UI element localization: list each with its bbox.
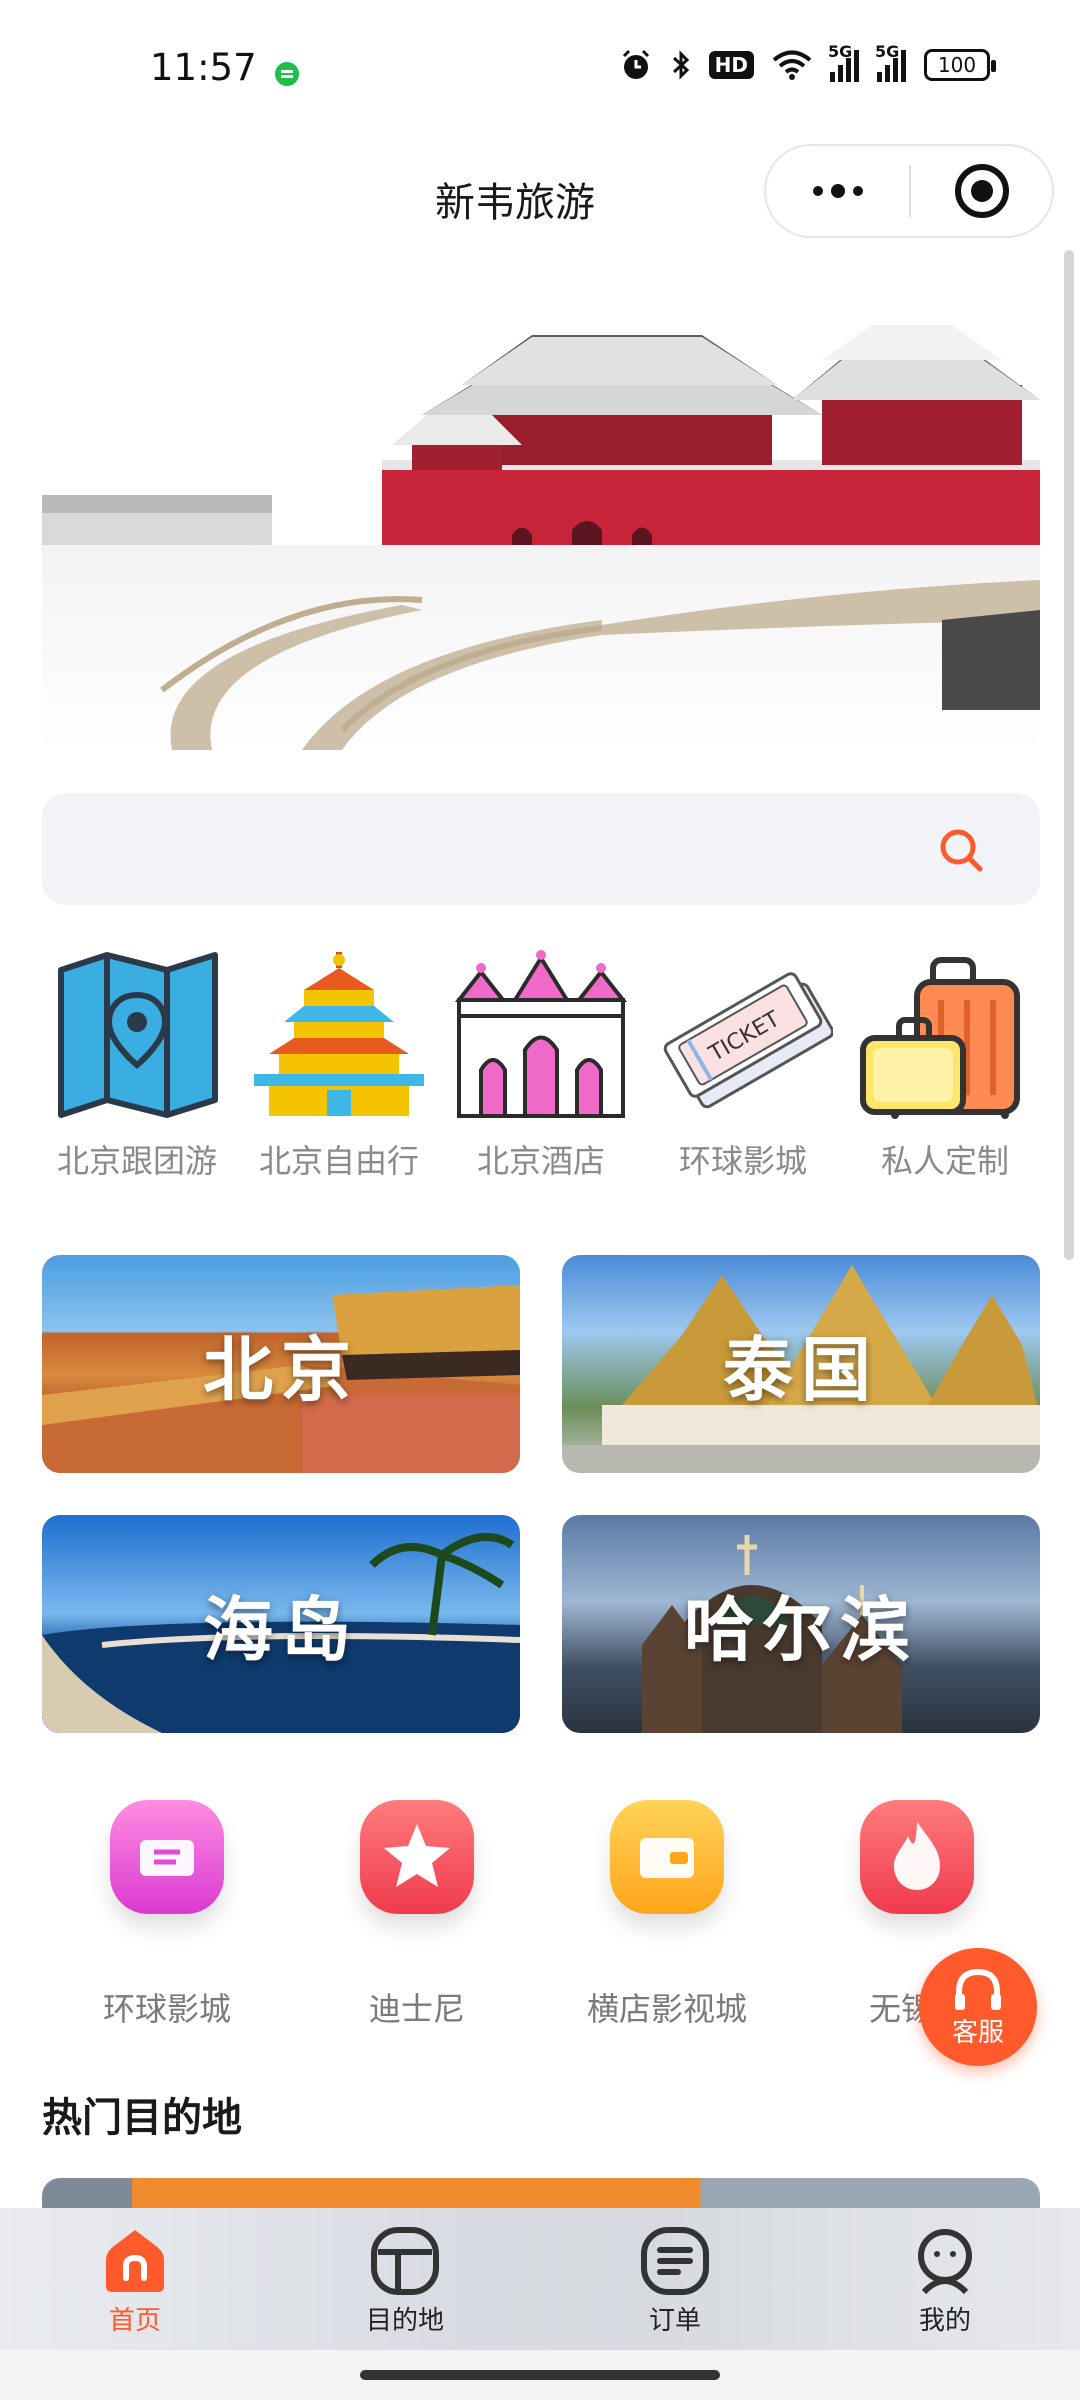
search-icon[interactable]	[938, 827, 984, 873]
quick-link-label: 迪士尼	[368, 1990, 465, 2028]
tab-label: 我的	[918, 2306, 971, 2336]
map-pin-icon	[58, 952, 218, 1118]
bluetooth-icon	[672, 50, 689, 80]
alarm-icon	[622, 49, 649, 79]
category-label: 环球影城	[678, 1142, 807, 1180]
hot-destinations-title: 热门目的地	[42, 2095, 242, 2141]
category-beijing-hotel[interactable]: 北京酒店	[446, 950, 636, 1190]
forbidden-city-illustration	[42, 290, 1040, 750]
search-bar[interactable]	[42, 793, 1040, 905]
quick-links-row: 环球影城 迪士尼 横店影视城 无锡灵	[42, 1800, 1040, 2028]
tab-label: 目的地	[365, 2306, 444, 2336]
quick-link-label: 横店影视城	[586, 1990, 747, 2028]
quick-link-label: 环球影城	[102, 1990, 231, 2028]
tab-label: 订单	[648, 2306, 701, 2336]
category-row: 北京跟团游 北京自由行 北京酒店 TICKET 环球影城 私人定制	[42, 950, 1040, 1190]
home-icon	[106, 2230, 164, 2292]
status-icons: HD 5G 5G 100	[619, 42, 996, 82]
status-time: 11:57	[150, 46, 257, 89]
category-label: 北京跟团游	[56, 1142, 217, 1180]
destination-card-harbin[interactable]: 哈尔滨	[562, 1515, 1040, 1733]
window-layout-icon	[371, 2227, 439, 2295]
luggage-icon	[860, 957, 1020, 1119]
quick-link-universal-studios[interactable]: 环球影城	[42, 1800, 292, 2030]
tab-label: 首页	[108, 2306, 161, 2336]
destination-card-thailand[interactable]: 泰国	[562, 1255, 1040, 1473]
tab-destinations[interactable]: 目的地	[270, 2208, 540, 2350]
tab-orders[interactable]: 订单	[540, 2208, 810, 2350]
more-options-button[interactable]	[766, 146, 909, 236]
category-universal-studios[interactable]: TICKET 环球影城	[648, 950, 838, 1190]
customer-service-button[interactable]: 客服	[919, 1948, 1037, 2066]
category-beijing-free-travel[interactable]: 北京自由行	[244, 950, 434, 1190]
order-list-icon	[641, 2227, 709, 2295]
category-beijing-group-tour[interactable]: 北京跟团游	[42, 950, 232, 1190]
more-dot-icon	[830, 184, 845, 198]
target-circle-icon	[954, 164, 1009, 218]
destination-card-beijing[interactable]: 北京	[42, 1255, 520, 1473]
castle-icon	[454, 950, 628, 1118]
status-bar: 11:57 HD 5G 5G 100	[0, 0, 1080, 140]
customer-service-label: 客服	[951, 2018, 1004, 2048]
battery-icon: 100	[924, 49, 996, 81]
mini-program-capsule	[764, 144, 1054, 238]
network-type-2: 5G	[875, 42, 900, 61]
banner-image[interactable]	[42, 290, 1040, 750]
tab-home[interactable]: 首页	[0, 2208, 270, 2350]
signal-icon-1: 5G	[828, 42, 859, 82]
bottom-tab-bar: 首页 目的地 订单 我的	[0, 2208, 1080, 2350]
destination-label: 泰国	[723, 1328, 879, 1411]
app-screen: 11:57 HD 5G 5G 100 新韦旅游 北京跟团游 北京自由行 北京酒店…	[0, 0, 1080, 2400]
ticket-icon: TICKET	[663, 972, 833, 1109]
more-dot-icon	[852, 186, 863, 196]
close-mini-program-button[interactable]	[911, 164, 1052, 218]
ticket-icon	[110, 1800, 224, 1914]
category-label: 北京酒店	[476, 1142, 605, 1180]
hd-badge: HD	[708, 51, 754, 79]
flame-icon	[860, 1800, 974, 1914]
wifi-icon	[772, 50, 812, 80]
user-icon	[918, 2229, 972, 2295]
star-icon	[360, 1800, 474, 1914]
title-bar: 新韦旅游	[0, 140, 1080, 250]
category-label: 北京自由行	[258, 1142, 419, 1180]
category-private-custom[interactable]: 私人定制	[850, 950, 1040, 1190]
signal-icon-2: 5G	[875, 42, 906, 82]
destination-label: 海岛	[203, 1588, 359, 1671]
wallet-icon	[610, 1800, 724, 1914]
destination-label: 北京	[203, 1328, 359, 1411]
network-type-1: 5G	[828, 42, 853, 61]
temple-of-heaven-icon	[254, 952, 424, 1116]
scrollbar[interactable]	[1064, 250, 1074, 1260]
search-input[interactable]	[72, 793, 922, 905]
category-label: 私人定制	[880, 1142, 1009, 1180]
destination-card-island[interactable]: 海岛	[42, 1515, 520, 1733]
chat-notification-icon	[275, 62, 299, 86]
destination-label: 哈尔滨	[684, 1588, 918, 1671]
quick-link-disney[interactable]: 迪士尼	[292, 1800, 542, 2030]
tab-profile[interactable]: 我的	[810, 2208, 1080, 2350]
home-indicator[interactable]	[360, 2370, 720, 2380]
quick-link-hengdian[interactable]: 横店影视城	[542, 1800, 792, 2030]
more-dot-icon	[812, 186, 823, 196]
